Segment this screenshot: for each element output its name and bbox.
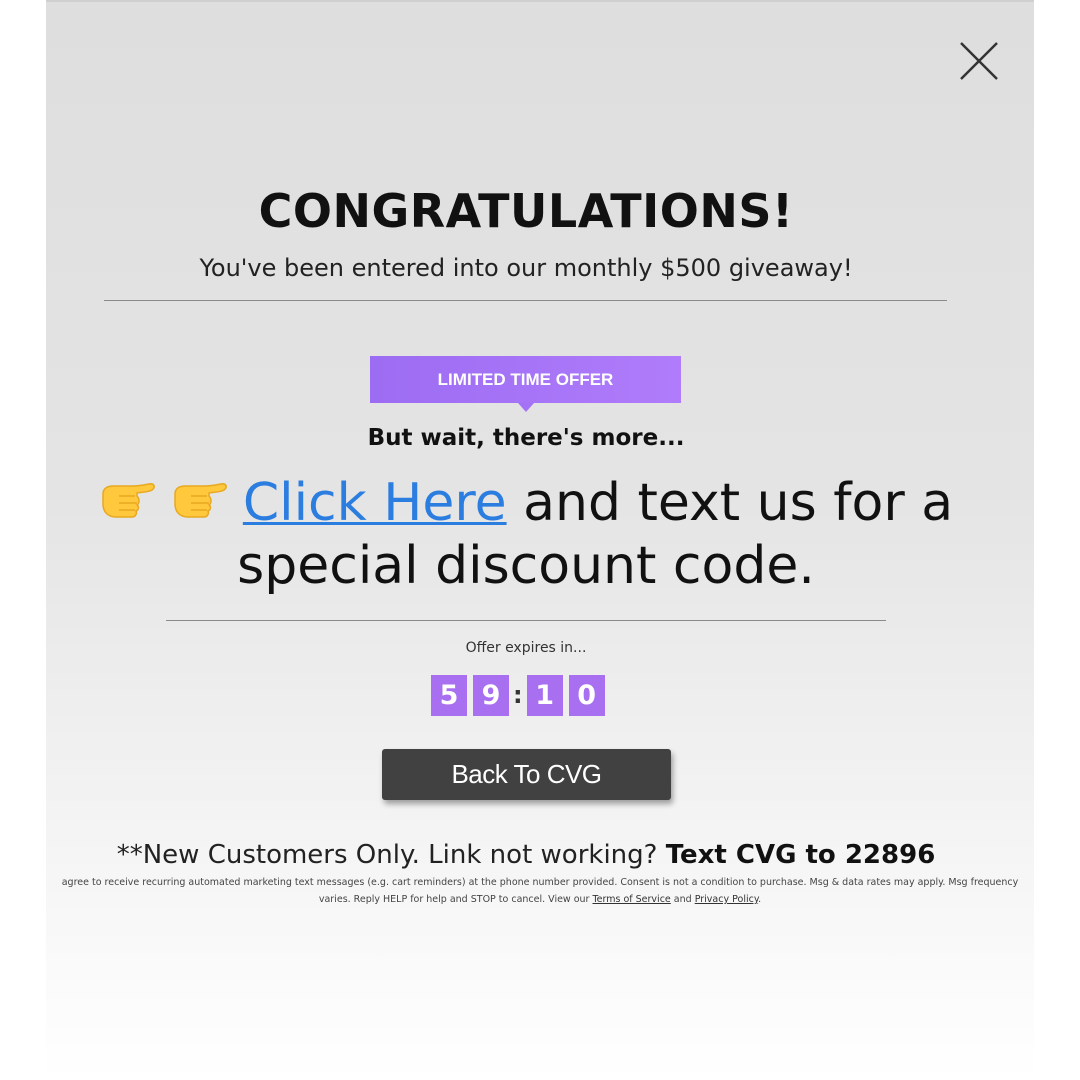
- pointing-hand-icon: [171, 476, 229, 524]
- click-here-link[interactable]: Click Here: [243, 473, 507, 533]
- legal-disclaimer: agree to receive recurring automated mar…: [46, 874, 1034, 908]
- legal-and: and: [670, 894, 695, 905]
- divider-bottom: [166, 620, 886, 621]
- close-icon[interactable]: [958, 40, 1000, 82]
- popup-subtitle: You've been entered into our monthly $50…: [199, 254, 853, 282]
- timer-digit: 0: [568, 675, 605, 716]
- pointing-hand-icon: [99, 476, 157, 524]
- limited-offer-badge: LIMITED TIME OFFER: [370, 356, 681, 403]
- new-customers-text: **New Customers Only. Link not working?: [116, 840, 666, 870]
- sms-instruction: Text CVG to 22896: [665, 840, 936, 870]
- cta-rest-text: and text us for a: [506, 473, 954, 533]
- giveaway-popup: CONGRATULATIONS! You've been entered int…: [46, 0, 1034, 1080]
- legal-period: .: [758, 894, 762, 905]
- legal-line2: varies. Reply HELP for help and STOP to …: [318, 894, 593, 905]
- timer-digit: 1: [526, 675, 563, 716]
- terms-of-service-link[interactable]: Terms of Service: [592, 894, 670, 905]
- countdown-timer: 5 9 : 1 0: [431, 675, 611, 716]
- timer-digit: 5: [431, 675, 467, 716]
- popup-title: CONGRATULATIONS!: [258, 184, 794, 238]
- back-to-cvg-button[interactable]: Back To CVG: [382, 749, 671, 800]
- timer-separator: :: [513, 681, 523, 709]
- expires-label: Offer expires in...: [465, 640, 587, 656]
- timer-digit: 9: [473, 675, 509, 716]
- privacy-policy-link[interactable]: Privacy Policy: [695, 894, 758, 905]
- divider-top: [104, 300, 947, 301]
- badge-pointer: [518, 403, 534, 412]
- cta-text: Click Here and text us for a special dis…: [46, 472, 1006, 598]
- more-offer-text: But wait, there's more...: [367, 425, 685, 451]
- new-customers-note: **New Customers Only. Link not working? …: [46, 837, 1006, 873]
- legal-line1: agree to receive recurring automated mar…: [61, 877, 1019, 888]
- cta-line2-text: special discount code.: [237, 536, 815, 596]
